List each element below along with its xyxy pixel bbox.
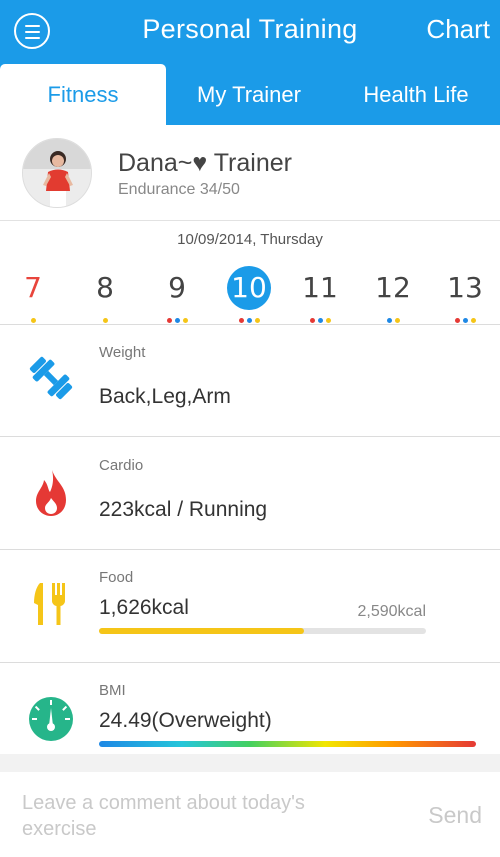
send-button[interactable]: Send bbox=[428, 802, 482, 829]
activity-dot bbox=[102, 318, 108, 323]
weight-row[interactable]: Weight Back,Leg,Arm bbox=[0, 325, 500, 437]
cardio-value: 223kcal / Running bbox=[99, 498, 268, 521]
comment-input[interactable]: Leave a comment about today's exercise bbox=[22, 790, 382, 842]
week-calendar: 7 8 9 10 11 12 13 bbox=[0, 266, 500, 326]
chart-button[interactable]: Chart bbox=[426, 14, 490, 45]
app-header: Personal Training Chart bbox=[0, 0, 500, 64]
day-9[interactable]: 9 bbox=[147, 266, 207, 324]
day-13[interactable]: 13 bbox=[435, 266, 495, 324]
activity-dot bbox=[254, 318, 260, 323]
day-10[interactable]: 10 bbox=[219, 266, 279, 324]
selected-date: 10/09/2014, Thursday bbox=[177, 231, 323, 248]
weight-label: Weight bbox=[99, 344, 146, 361]
day-12[interactable]: 12 bbox=[363, 266, 423, 324]
food-row[interactable]: Food 1,626kcal 2,590kcal bbox=[0, 551, 500, 663]
activity-dot bbox=[317, 318, 323, 323]
food-progress-fill bbox=[99, 628, 305, 634]
tab-bar: Fitness My Trainer Health Life bbox=[0, 64, 500, 125]
bmi-row[interactable]: BMI 24.49(Overweight) bbox=[0, 664, 500, 754]
tab-health-life[interactable]: Health Life bbox=[332, 64, 500, 125]
endurance-text: Endurance 34/50 bbox=[118, 181, 240, 198]
activity-dot bbox=[246, 318, 252, 323]
activity-dot bbox=[454, 318, 460, 323]
food-target: 2,590kcal bbox=[357, 603, 427, 620]
activity-dot bbox=[325, 318, 331, 323]
day-number: 13 bbox=[447, 271, 483, 304]
day-number: 10 bbox=[227, 266, 271, 310]
day-7[interactable]: 7 bbox=[3, 266, 63, 324]
activity-dot bbox=[309, 318, 315, 323]
day-11[interactable]: 11 bbox=[290, 266, 350, 324]
activity-dot bbox=[174, 318, 180, 323]
cardio-row[interactable]: Cardio 223kcal / Running bbox=[0, 438, 500, 550]
tab-fitness[interactable]: Fitness bbox=[0, 64, 166, 125]
gauge-icon bbox=[26, 694, 76, 744]
activity-dot bbox=[386, 318, 392, 323]
activity-dot bbox=[182, 318, 188, 323]
activity-dot bbox=[394, 318, 400, 323]
trainer-name: Dana~♥ Trainer bbox=[118, 149, 292, 177]
menu-icon[interactable] bbox=[14, 13, 50, 49]
bmi-label: BMI bbox=[99, 682, 126, 699]
tab-my-trainer[interactable]: My Trainer bbox=[166, 64, 332, 125]
bmi-value: 24.49(Overweight) bbox=[99, 709, 272, 732]
divider bbox=[0, 754, 500, 772]
comment-bar: Leave a comment about today's exercise S… bbox=[0, 772, 500, 857]
activity-dot bbox=[462, 318, 468, 323]
day-number: 12 bbox=[375, 271, 411, 304]
bmi-scale-bar bbox=[99, 741, 476, 747]
avatar bbox=[22, 138, 92, 208]
trainer-profile[interactable]: Dana~♥ Trainer Endurance 34/50 bbox=[0, 125, 500, 221]
dumbbell-icon bbox=[26, 353, 76, 403]
page-title: Personal Training bbox=[142, 14, 358, 44]
flame-icon bbox=[26, 468, 76, 518]
food-progress-bar bbox=[99, 628, 426, 634]
day-8[interactable]: 8 bbox=[75, 266, 135, 324]
day-number: 7 bbox=[24, 271, 42, 304]
food-label: Food bbox=[99, 569, 134, 586]
weight-value: Back,Leg,Arm bbox=[99, 385, 231, 408]
fork-knife-icon bbox=[26, 579, 76, 629]
cardio-label: Cardio bbox=[99, 457, 144, 474]
day-number: 8 bbox=[96, 271, 114, 304]
food-value: 1,626kcal bbox=[99, 596, 189, 619]
activity-dot bbox=[238, 318, 244, 323]
day-number: 9 bbox=[168, 271, 186, 304]
activity-dot bbox=[470, 318, 476, 323]
day-number: 11 bbox=[302, 271, 338, 304]
activity-dot bbox=[166, 318, 172, 323]
activity-dot bbox=[30, 318, 36, 323]
